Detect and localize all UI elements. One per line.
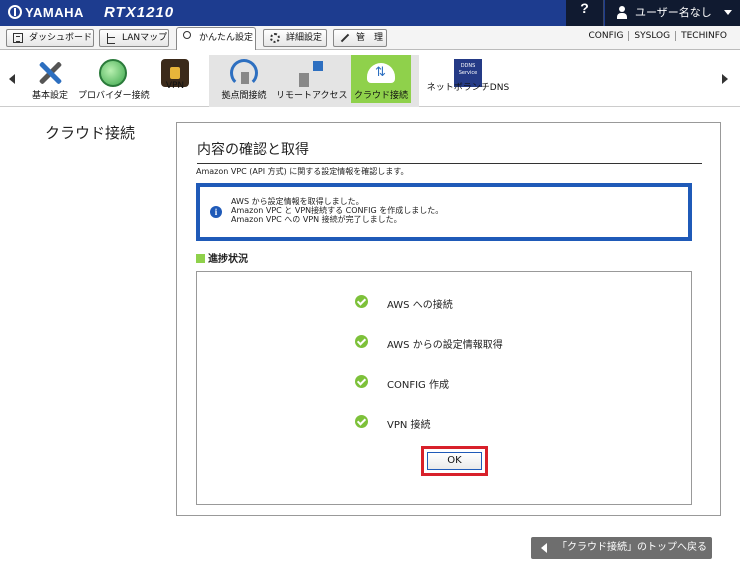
check-circle-icon [355,415,368,428]
tab-label: 詳細設定 [286,33,323,43]
menu-vpn[interactable]: VPN [158,55,192,103]
wrench-icon [340,33,350,43]
chevron-down-icon [724,10,732,15]
step-label: VPN 接続 [387,420,431,431]
top-header: YAMAHA RTX1210 ? ユーザー名なし [0,0,740,26]
menu-basic-settings[interactable]: 基本設定 [30,55,70,103]
techinfo-link[interactable]: TECHINFO [675,31,732,41]
back-button-label: 「クラウド接続」のトップへ戻る [557,542,707,553]
progress-title: 進捗状況 [208,254,248,265]
info-message-box: i AWS から設定情報を取得しました。 Amazon VPC と VPN接続す… [196,183,692,241]
config-link[interactable]: CONFIG [584,31,629,41]
menu-label: プロバイダー接続 [78,91,150,101]
easy-setup-menu: 基本設定 プロバイダー接続 VPN 拠点間接続 リモートアクセス クラウド接続 … [0,51,740,107]
progress-heading: 進捗状況 [196,250,248,265]
tools-icon [36,59,64,87]
yamaha-logo: YAMAHA [8,5,84,20]
tab-label: ダッシュボード [29,33,93,43]
check-circle-icon [355,375,368,388]
tab-label: LANマップ [122,33,168,43]
section-title: クラウド接続 [45,124,136,142]
tab-label: 管 理 [356,33,384,43]
scroll-right-arrow-icon[interactable] [722,74,728,84]
menu-label: VPN [165,81,185,91]
menu-label: リモートアクセス [276,91,348,101]
brand-name: YAMAHA [25,5,84,20]
menu-cloud-connection[interactable]: クラウド接続 [351,55,411,103]
menu-label: 拠点間接続 [221,91,267,101]
easy-setup-icon [183,31,191,39]
back-arrow-icon [541,543,547,553]
check-circle-icon [355,295,368,308]
model-name: RTX1210 [104,4,175,21]
ok-button[interactable]: OK [427,452,482,470]
ok-button-highlight: OK [421,446,488,476]
back-to-cloud-top-button[interactable]: 「クラウド接続」のトップへ戻る [531,537,712,559]
tab-lan-map[interactable]: LANマップ [99,29,169,47]
main-tab-bar: ダッシュボード LANマップ かんたん設定 詳細設定 管 理 CONFIG SYS… [0,26,740,50]
tab-dashboard[interactable]: ダッシュボード [6,29,94,47]
menu-label: クラウド接続 [353,91,408,101]
user-name: ユーザー名なし [635,6,712,19]
progress-list: AWS への接続 AWS からの設定情報取得 CONFIG 作成 VPN 接続 … [196,271,692,505]
tab-easy-setup[interactable]: かんたん設定 [176,27,256,50]
dashboard-icon [13,33,23,43]
info-line: Amazon VPC への VPN 接続が完了しました。 [231,215,402,224]
globe-icon [99,59,127,87]
menu-netvolante-dns[interactable]: DDNS Service ネットボランチDNS [426,55,510,103]
green-square-icon [196,254,205,263]
menu-site-to-site[interactable]: 拠点間接続 [219,55,269,103]
tab-advanced-settings[interactable]: 詳細設定 [263,29,327,47]
info-icon: i [210,206,222,218]
utility-links: CONFIG SYSLOG TECHINFO [584,31,732,41]
tab-management[interactable]: 管 理 [333,29,387,47]
tab-label: かんたん設定 [199,33,254,43]
user-icon [617,6,627,19]
page-description: Amazon VPC (API 方式) に関する設定情報を確認します。 [196,167,409,176]
info-line: Amazon VPC と VPN接続する CONFIG を作成しました。 [231,206,444,215]
confirmation-panel: 内容の確認と取得 Amazon VPC (API 方式) に関する設定情報を確認… [176,122,721,516]
menu-remote-access[interactable]: リモートアクセス [276,55,348,103]
remote-access-icon [297,59,325,87]
help-button[interactable]: ? [566,0,604,26]
menu-provider-connection[interactable]: プロバイダー接続 [78,55,150,103]
cloud-icon [367,63,395,83]
check-circle-icon [355,335,368,348]
gear-icon [270,33,280,43]
menu-label: 基本設定 [31,91,68,101]
info-message-lines: AWS から設定情報を取得しました。 Amazon VPC と VPN接続する … [231,197,443,224]
step-label: CONFIG 作成 [387,380,449,391]
step-label: AWS からの設定情報取得 [387,340,503,351]
syslog-link[interactable]: SYSLOG [628,31,676,41]
step-label: AWS への接続 [387,300,453,311]
scroll-left-arrow-icon[interactable] [9,74,15,84]
menu-label: ネットボランチDNS [426,83,510,93]
site-connection-icon [230,59,258,87]
info-line: AWS から設定情報を取得しました。 [231,197,364,206]
yamaha-emblem-icon [8,5,22,19]
user-menu[interactable]: ユーザー名なし [605,0,740,26]
lan-map-icon [106,33,116,44]
page-title: 内容の確認と取得 [197,139,702,164]
